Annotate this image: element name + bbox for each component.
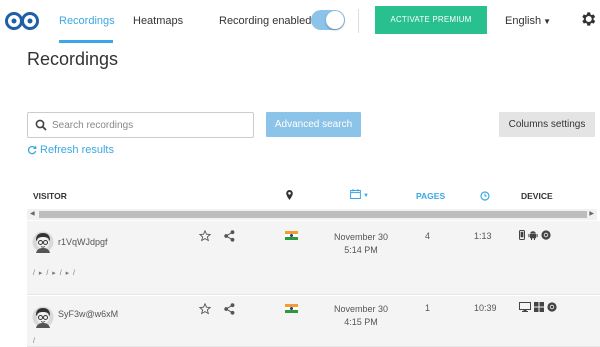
horizontal-scrollbar[interactable]: ◀ ▶ <box>27 209 597 220</box>
avatar-icon <box>32 231 54 253</box>
refresh-label: Refresh results <box>40 144 114 156</box>
tab-heatmaps[interactable]: Heatmaps <box>133 15 183 27</box>
table-row[interactable]: r1VqWJdpgf November 30 5:14 PM 4 1:13 / … <box>27 221 600 295</box>
page-path: / ▸ / ▸ / ▸ / <box>33 270 76 277</box>
avatar-icon <box>32 306 54 328</box>
language-label: English <box>505 15 542 27</box>
chevron-down-icon: ▼ <box>543 17 551 26</box>
recording-date: November 30 5:14 PM <box>325 231 397 257</box>
time-text: 5:14 PM <box>344 245 378 255</box>
toggle-knob <box>326 11 344 29</box>
nav-divider <box>358 9 359 33</box>
clock-icon[interactable] <box>480 191 490 201</box>
location-pin-icon[interactable] <box>286 190 293 200</box>
windows-icon <box>534 302 545 312</box>
recording-enabled-label: Recording enabled <box>219 15 312 27</box>
chrome-icon <box>541 230 551 240</box>
column-visitor[interactable]: VISITOR <box>33 191 67 201</box>
column-date-sort[interactable]: ▼ <box>350 189 369 201</box>
pages-count: 4 <box>425 231 431 241</box>
logo-icon[interactable] <box>5 11 39 31</box>
top-navbar: Recordings Heatmaps Recording enabled AC… <box>0 0 600 43</box>
android-icon <box>528 231 538 240</box>
star-icon[interactable] <box>199 303 211 315</box>
search-icon <box>35 119 47 131</box>
advanced-search-button[interactable]: Advanced search <box>266 112 361 137</box>
page-title: Recordings <box>27 49 119 69</box>
scroll-right-icon[interactable]: ▶ <box>589 210 594 217</box>
refresh-icon <box>27 145 37 155</box>
page-path: / <box>33 338 36 345</box>
date-text: November 30 <box>333 232 389 242</box>
device-icons <box>519 302 557 315</box>
share-icon[interactable] <box>224 303 235 315</box>
chrome-icon <box>547 302 557 312</box>
refresh-results-link[interactable]: Refresh results <box>27 144 114 156</box>
tab-recordings[interactable]: Recordings <box>59 15 115 27</box>
column-device[interactable]: DEVICE <box>521 191 553 201</box>
duration: 1:13 <box>474 231 492 241</box>
india-flag-icon <box>285 231 298 240</box>
recording-date: November 30 4:15 PM <box>325 303 397 329</box>
visitor-id[interactable]: r1VqWJdpgf <box>58 237 108 247</box>
active-tab-indicator <box>59 40 113 43</box>
scroll-left-icon[interactable]: ◀ <box>30 210 35 217</box>
scrollbar-thumb[interactable] <box>39 211 587 218</box>
india-flag-icon <box>285 304 298 313</box>
sort-caret-icon: ▼ <box>363 193 369 199</box>
desktop-icon <box>519 302 531 312</box>
duration: 10:39 <box>474 303 497 313</box>
mobile-icon <box>519 230 525 240</box>
visitor-id[interactable]: SyF3w@w6xM <box>58 309 118 319</box>
column-pages[interactable]: PAGES <box>416 191 445 201</box>
calendar-icon <box>350 189 361 199</box>
search-box[interactable] <box>27 112 254 138</box>
share-icon[interactable] <box>224 230 235 242</box>
star-icon[interactable] <box>199 230 211 242</box>
device-icons <box>519 230 551 243</box>
columns-settings-button[interactable]: Columns settings <box>499 112 595 137</box>
language-selector[interactable]: English ▼ <box>505 15 551 27</box>
search-input[interactable] <box>52 117 247 134</box>
time-text: 4:15 PM <box>344 317 378 327</box>
pages-count: 1 <box>425 303 431 313</box>
activate-premium-button[interactable]: ACTIVATE PREMIUM <box>375 6 487 34</box>
date-text: November 30 <box>333 304 389 314</box>
gear-icon[interactable] <box>579 10 597 28</box>
recording-toggle[interactable] <box>311 10 345 30</box>
table-row[interactable]: SyF3w@w6xM November 30 4:15 PM 1 10:39 / <box>27 296 600 347</box>
